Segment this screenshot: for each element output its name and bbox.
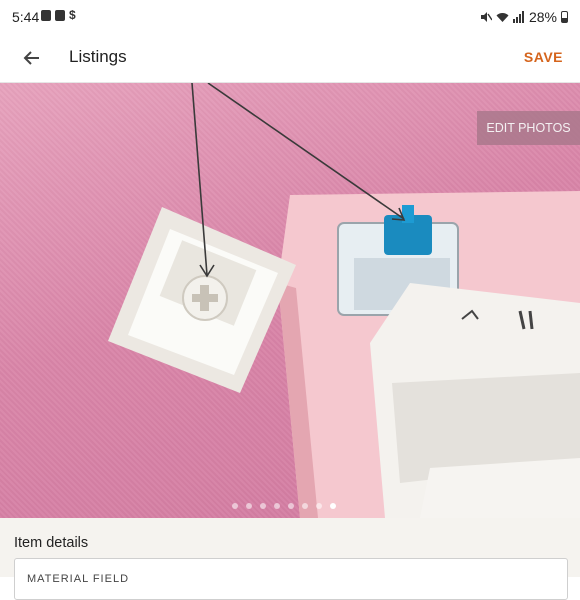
back-arrow-icon: [23, 51, 39, 65]
save-button[interactable]: SAVE: [524, 49, 563, 65]
listing-photo[interactable]: EDIT PHOTOS: [0, 83, 580, 518]
item-details-section: Item details MATERIAL FIELD: [0, 518, 580, 600]
keyboard-photo-illustration: [108, 83, 580, 518]
page-title: Listings: [69, 47, 127, 66]
status-left-icons: $: [41, 8, 77, 22]
carousel-dot[interactable]: [330, 503, 336, 509]
status-time: 5:44: [12, 9, 40, 25]
wifi-icon: [496, 13, 509, 22]
carousel-dot[interactable]: [260, 503, 266, 509]
carousel-dot[interactable]: [232, 503, 238, 509]
material-field[interactable]: MATERIAL FIELD: [14, 558, 568, 600]
carousel-dot[interactable]: [274, 503, 280, 509]
item-details-heading: Item details: [14, 535, 89, 551]
image-icon: [41, 10, 51, 21]
carousel-dot[interactable]: [288, 503, 294, 509]
camera-icon: [55, 10, 65, 21]
mute-icon: [480, 12, 492, 22]
carousel-dot[interactable]: [316, 503, 322, 509]
status-right: 28%: [480, 9, 568, 25]
status-bar: 5:44 $ 28%: [0, 0, 580, 34]
edit-photos-button[interactable]: EDIT PHOTOS: [477, 111, 580, 145]
carousel-dots: [232, 503, 336, 509]
material-field-label: MATERIAL FIELD: [27, 573, 130, 585]
signal-icon: [512, 11, 524, 23]
dollar-icon: $: [69, 8, 76, 22]
battery-icon: [561, 11, 568, 23]
battery-percent: 28%: [528, 9, 557, 25]
carousel-dot[interactable]: [302, 503, 308, 509]
carousel-dot[interactable]: [246, 503, 252, 509]
app-bar: Listings SAVE: [0, 34, 580, 83]
back-button[interactable]: [18, 44, 46, 72]
